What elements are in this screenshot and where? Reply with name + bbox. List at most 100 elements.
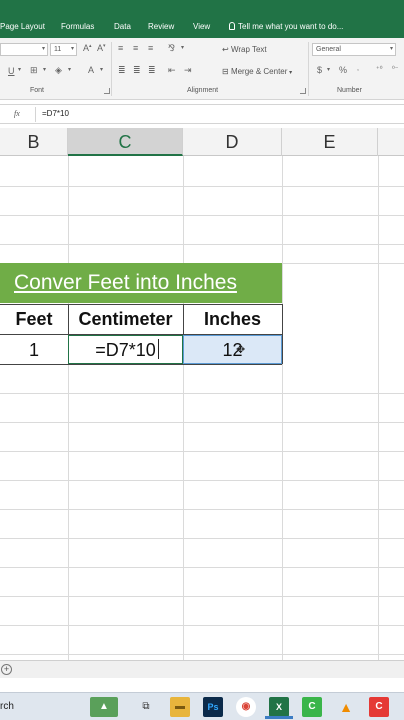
chevron-down-icon[interactable]: ▾ [18, 66, 21, 73]
gridline [282, 156, 283, 660]
borders-icon[interactable]: ⊞ [30, 65, 38, 76]
file-explorer-icon[interactable]: ▬ [170, 697, 190, 717]
tell-me-text: Tell me what you want to do... [238, 22, 344, 31]
chevron-down-icon[interactable]: ▾ [181, 44, 184, 51]
merge-icon: ⊟ [222, 67, 231, 76]
underline-icon[interactable]: U [8, 66, 15, 76]
gridline [0, 538, 404, 539]
font-size-dropdown[interactable]: 11 ▾ [50, 43, 77, 56]
chrome-icon[interactable]: ◉ [236, 697, 256, 717]
decrease-decimal-icon[interactable]: ⁰⁻ [392, 65, 399, 73]
cell-centimeter-formula[interactable]: =D7*10 [68, 340, 183, 361]
align-right-icon[interactable]: ≣ [148, 65, 156, 76]
chevron-down-icon: ▾ [287, 70, 293, 76]
alignment-dialog-launcher-icon[interactable] [300, 88, 306, 94]
tab-page-layout[interactable]: Page Layout [0, 22, 45, 31]
ribbon-tab-bar: Page Layout Formulas Data Review View Te… [0, 0, 404, 38]
align-bottom-icon[interactable]: ≡ [148, 43, 153, 53]
gridline [0, 567, 404, 568]
sheet-tab-bar: + [0, 660, 404, 678]
cell-feet-value[interactable]: 1 [0, 340, 68, 361]
column-header-e[interactable]: E [282, 128, 378, 156]
orientation-icon[interactable]: ⅋ [168, 43, 175, 54]
number-group-label: Number [337, 87, 362, 94]
align-middle-icon[interactable]: ≡ [133, 43, 138, 53]
active-app-indicator [265, 716, 293, 719]
align-top-icon[interactable]: ≡ [118, 43, 123, 53]
camtasia-icon[interactable]: C [302, 697, 322, 717]
move-cursor-icon: ✥ [236, 344, 246, 356]
header-centimeter[interactable]: Centimeter [68, 309, 183, 330]
formula-bar-divider [35, 107, 36, 122]
gridline [0, 186, 404, 187]
task-view-icon[interactable]: ⧉ [136, 697, 156, 717]
chevron-down-icon[interactable]: ▾ [68, 66, 71, 73]
font-name-dropdown[interactable]: ▾ [0, 43, 48, 56]
header-inches[interactable]: Inches [183, 309, 282, 330]
text-caret [158, 339, 159, 359]
decrease-font-icon[interactable]: A▾ [97, 43, 106, 53]
tab-view[interactable]: View [193, 22, 210, 31]
add-sheet-icon[interactable]: + [1, 664, 12, 675]
ribbon-home: ▾ 11 ▾ A▴ A▾ U ▾ ⊞ ▾ ◈ ▾ A ▾ Font ≡ ≡ ≡ ⅋… [0, 38, 404, 100]
header-feet[interactable]: Feet [0, 309, 68, 330]
wrap-text-label: Wrap Text [230, 45, 267, 54]
sheet-title: Conver Feet into Inches [14, 271, 237, 294]
formula-input[interactable]: =D7*10 [42, 109, 69, 118]
gridline [68, 156, 69, 660]
chevron-down-icon[interactable]: ▾ [43, 66, 46, 73]
column-header-c[interactable]: C [68, 128, 183, 156]
align-left-icon[interactable]: ≣ [118, 65, 126, 76]
column-headers: B C D E [0, 128, 404, 156]
tell-me-search[interactable]: Tell me what you want to do... [229, 22, 343, 31]
camtasia-recorder-icon[interactable]: C [369, 697, 389, 717]
taskbar-search[interactable]: rch [0, 701, 14, 712]
font-size-value: 11 [54, 46, 62, 53]
group-divider [308, 42, 309, 96]
gridline [0, 451, 404, 452]
group-divider [111, 42, 112, 96]
excel-icon[interactable]: X [269, 697, 289, 717]
gridline [0, 422, 404, 423]
chevron-down-icon[interactable]: ▾ [327, 66, 330, 73]
merge-center-label: Merge & Center [230, 67, 288, 76]
decrease-indent-icon[interactable]: ⇤ [168, 65, 176, 76]
christmas-tree-icon: ▲ [90, 697, 118, 717]
cell-inches-value[interactable]: 12 [183, 340, 282, 361]
tab-review[interactable]: Review [148, 22, 174, 31]
increase-font-icon[interactable]: A▴ [83, 43, 92, 53]
comma-style-icon[interactable]: , [357, 65, 359, 72]
vlc-icon[interactable]: ▲ [336, 697, 356, 717]
font-color-icon[interactable]: A [88, 65, 94, 75]
column-header-d[interactable]: D [183, 128, 282, 156]
font-group-label: Font [30, 87, 45, 94]
table-border [282, 304, 283, 364]
gridline [0, 625, 404, 626]
gridline [0, 215, 404, 216]
tab-formulas[interactable]: Formulas [61, 22, 94, 31]
gridline [0, 480, 404, 481]
percent-button[interactable]: % [339, 65, 347, 75]
column-header-b[interactable]: B [0, 128, 68, 156]
align-center-icon[interactable]: ≣ [133, 65, 141, 76]
worksheet-grid[interactable]: Conver Feet into Inches Feet Centimeter … [0, 156, 404, 660]
chevron-down-icon: ▾ [389, 46, 393, 52]
font-dialog-launcher-icon[interactable] [104, 88, 110, 94]
merge-center-button[interactable]: ⊟ Merge & Center ▾ [222, 67, 292, 76]
wrap-text-icon: ↩ [222, 45, 231, 54]
fill-color-icon[interactable]: ◈ [55, 65, 62, 76]
number-format-dropdown[interactable]: General ▾ [312, 43, 396, 56]
tab-data[interactable]: Data [114, 22, 131, 31]
currency-button[interactable]: $ [317, 65, 322, 75]
gridline [0, 596, 404, 597]
increase-indent-icon[interactable]: ⇥ [184, 65, 192, 76]
lightbulb-icon [229, 22, 235, 30]
gridline [0, 509, 404, 510]
wrap-text-button[interactable]: ↩ Wrap Text [222, 45, 267, 54]
insert-function-icon[interactable]: fx [14, 109, 20, 118]
chevron-down-icon[interactable]: ▾ [100, 66, 103, 73]
increase-decimal-icon[interactable]: ⁺⁰ [376, 65, 383, 73]
chevron-down-icon: ▾ [70, 46, 74, 52]
photoshop-icon[interactable]: Ps [203, 697, 223, 717]
gridline [378, 156, 379, 660]
